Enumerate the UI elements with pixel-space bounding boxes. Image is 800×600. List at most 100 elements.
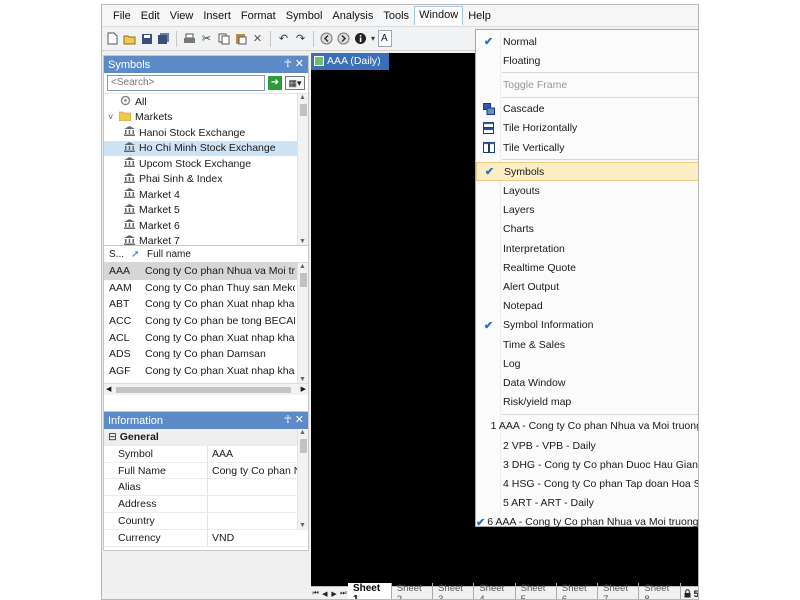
scroll-down-icon[interactable]: ▼ — [299, 238, 306, 245]
menu-item-risk-yield-map[interactable]: Risk/yield map — [476, 393, 698, 412]
paste-icon[interactable] — [233, 31, 248, 47]
first-sheet-icon[interactable]: ⏮ — [311, 590, 320, 598]
menu-item-notepad[interactable]: Notepad — [476, 297, 698, 316]
menu-item-1-aaa-cong-ty-co-phan-nhua-va-moi-truong[interactable]: 1 AAA - Cong ty Co phan Nhua va Moi truo… — [476, 417, 698, 436]
tree-item-ho-chi-minh-stock-exchange[interactable]: Ho Chi Minh Stock Exchange — [104, 140, 308, 156]
menu-item-symbol-information[interactable]: ✔ Symbol Information — [476, 316, 698, 335]
scroll-right-icon[interactable]: ▶ — [301, 385, 306, 393]
symbol-row[interactable]: AAA Cong ty Co phan Nhua va Moi truo... — [104, 263, 308, 280]
tree-item-phai-sinh-index[interactable]: Phai Sinh & Index — [104, 172, 308, 188]
menu-help[interactable]: Help — [463, 7, 496, 25]
menu-item-6-aaa-cong-ty-co-phan-nhua-va-moi-truong[interactable]: ✔ 6 AAA - Cong ty Co phan Nhua va Moi tru… — [476, 513, 698, 532]
scroll-down-icon[interactable]: ▼ — [299, 376, 306, 383]
scroll-up-icon[interactable]: ▲ — [299, 263, 306, 270]
pin-icon[interactable]: ☥ — [284, 57, 292, 70]
last-sheet-icon[interactable]: ⏭ — [339, 590, 348, 598]
sheet-tab-4[interactable]: Sheet 4 — [474, 583, 516, 599]
info-scrollbar[interactable]: ▲ ▼ — [297, 429, 308, 529]
scroll-thumb[interactable] — [300, 273, 307, 287]
menu-item-normal[interactable]: ✔ Normal — [476, 32, 698, 51]
copy-icon[interactable] — [216, 31, 231, 47]
forward-icon[interactable] — [336, 31, 351, 47]
info-row-alias[interactable]: Alias — [104, 479, 308, 497]
save-all-icon[interactable] — [156, 31, 171, 47]
tree-item-market-7[interactable]: Market 7 — [104, 234, 308, 245]
menu-analysis[interactable]: Analysis — [327, 7, 378, 25]
redo-icon[interactable]: ↷ — [293, 31, 308, 47]
tree-item-market-4[interactable]: Market 4 — [104, 187, 308, 203]
sheet-tab-2[interactable]: Sheet 2 — [392, 583, 434, 599]
menu-format[interactable]: Format — [236, 7, 281, 25]
scroll-down-icon[interactable]: ▼ — [299, 522, 306, 529]
view-options-button[interactable]: ▦▾ — [285, 76, 305, 90]
scroll-thumb[interactable] — [116, 387, 291, 393]
list-scrollbar[interactable]: ▲ ▼ — [297, 263, 308, 383]
scroll-left-icon[interactable]: ◀ — [106, 385, 111, 393]
sheet-tab-1[interactable]: Sheet 1 — [347, 583, 392, 599]
menu-item-tile-horizontally[interactable]: Tile Horizontally — [476, 119, 698, 138]
symbol-row[interactable]: ACC Cong ty Co phan be tong BECAMEX — [104, 313, 308, 330]
new-icon[interactable] — [105, 31, 120, 47]
column-fullname-header[interactable]: Full name — [142, 249, 191, 260]
undo-icon[interactable]: ↶ — [276, 31, 291, 47]
column-symbol-header[interactable]: S... — [104, 249, 126, 260]
info-row-full-name[interactable]: Full Name Cong ty Co phan Nhu — [104, 462, 308, 480]
tree-item-markets[interactable]: ˅ Markets — [104, 110, 308, 126]
menu-item-5-art-art-daily[interactable]: 5 ART - ART - Daily — [476, 494, 698, 513]
lock-icon[interactable] — [681, 588, 694, 600]
menu-window[interactable]: Window — [414, 6, 464, 25]
menu-tools[interactable]: Tools — [378, 7, 414, 25]
symbol-row[interactable]: ADS Cong ty Co phan Damsan — [104, 346, 308, 363]
chart-tab[interactable]: AAA (Daily) — [311, 53, 389, 70]
tree-item-all[interactable]: All — [104, 94, 308, 110]
symbol-search-input[interactable]: <Search> — [107, 75, 265, 91]
next-sheet-icon[interactable]: ▶ — [329, 590, 338, 598]
sheet-tab-3[interactable]: Sheet 3 — [433, 583, 475, 599]
menu-item-cascade[interactable]: Cascade — [476, 100, 698, 119]
info-row-currency[interactable]: Currency VND — [104, 529, 308, 547]
symbol-row[interactable]: AGF Cong ty Co phan Xuat nhap khau t... — [104, 363, 308, 380]
open-icon[interactable] — [122, 31, 137, 47]
chevron-down-icon[interactable]: ˅ — [108, 112, 118, 122]
info-group-row[interactable]: ⊟ General — [104, 429, 308, 446]
info-row-address[interactable]: Address — [104, 496, 308, 513]
tree-item-market-6[interactable]: Market 6 — [104, 218, 308, 234]
tree-item-upcom-stock-exchange[interactable]: Upcom Stock Exchange — [104, 156, 308, 172]
close-icon[interactable]: ✕ — [295, 57, 304, 70]
scroll-up-icon[interactable]: ▲ — [299, 94, 306, 101]
menu-item-3-dhg-cong-ty-co-phan-duoc-hau-giang-dai[interactable]: 3 DHG - Cong ty Co phan Duoc Hau Giang -… — [476, 455, 698, 474]
menu-item-time-sales[interactable]: Time & Sales — [476, 335, 698, 354]
menu-view[interactable]: View — [165, 7, 199, 25]
menu-item-alert-output[interactable]: Alert Output — [476, 277, 698, 296]
symbol-row[interactable]: ACL Cong ty Co phan Xuat nhap khau T... — [104, 329, 308, 346]
delete-icon[interactable]: ✕ — [250, 31, 265, 47]
tree-scrollbar[interactable]: ▲ ▼ — [297, 94, 308, 245]
menu-item-charts[interactable]: Charts — [476, 220, 698, 239]
cut-icon[interactable]: ✂ — [199, 31, 214, 47]
menu-item-2-vpb-vpb-daily[interactable]: 2 VPB - VPB - Daily — [476, 436, 698, 455]
menu-item-tile-vertically[interactable]: Tile Vertically — [476, 138, 698, 157]
menu-item-interpretation[interactable]: Interpretation — [476, 239, 698, 258]
toolbar-overflow-icon[interactable]: ▾ — [370, 31, 376, 47]
menu-item-log[interactable]: Log — [476, 354, 698, 373]
prev-sheet-icon[interactable]: ◀ — [320, 590, 329, 598]
info-row-symbol[interactable]: Symbol AAA — [104, 445, 308, 463]
scroll-thumb[interactable] — [300, 439, 307, 453]
menu-item-layers[interactable]: Layers — [476, 201, 698, 220]
sheet-tab-6[interactable]: Sheet 6 — [557, 583, 599, 599]
menu-edit[interactable]: Edit — [136, 7, 165, 25]
menu-item-symbols[interactable]: ✔ Symbols — [476, 162, 698, 182]
back-icon[interactable] — [319, 31, 334, 47]
symbol-row[interactable]: AAM Cong ty Co phan Thuy san Mekong — [104, 280, 308, 297]
menu-item-layouts[interactable]: Layouts — [476, 181, 698, 200]
pin-icon[interactable]: ☥ — [284, 413, 292, 426]
sheet-tab-8[interactable]: Sheet 8 — [639, 583, 681, 599]
menu-item-realtime-quote[interactable]: Realtime Quote — [476, 258, 698, 277]
save-icon[interactable] — [139, 31, 154, 47]
close-icon[interactable]: ✕ — [295, 413, 304, 426]
scroll-up-icon[interactable]: ▲ — [299, 429, 306, 436]
tree-item-hanoi-stock-exchange[interactable]: Hanoi Stock Exchange — [104, 125, 308, 141]
info-icon[interactable] — [353, 31, 368, 47]
menu-symbol[interactable]: Symbol — [281, 7, 328, 25]
symbol-row[interactable]: ABT Cong ty Co phan Xuat nhap khau t... — [104, 296, 308, 313]
